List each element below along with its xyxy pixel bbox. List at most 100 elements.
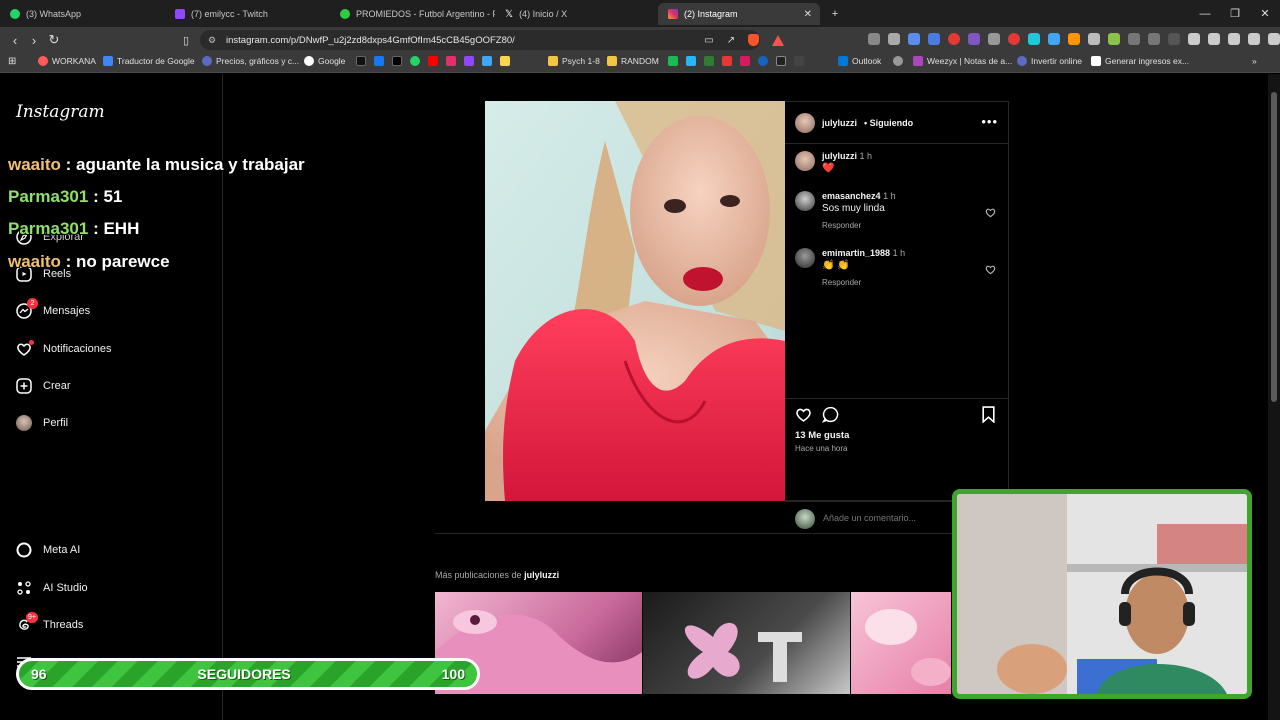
instagram-logo[interactable]: Instagram — [16, 102, 105, 122]
comment-bubble-icon[interactable] — [821, 406, 839, 428]
forward-button[interactable]: › — [25, 31, 43, 49]
post-image[interactable] — [485, 101, 785, 501]
sidebar-item-notifications[interactable]: Notificaciones — [16, 340, 111, 357]
tab-x[interactable]: 𝕏 (4) Inicio / X — [495, 3, 660, 25]
bookmark-favicon[interactable] — [776, 56, 786, 66]
bookmark-random[interactable]: RANDOM — [607, 56, 659, 66]
more-bookmarks-icon[interactable]: » — [1252, 56, 1257, 66]
tab-twitch[interactable]: (7) emilycc - Twitch — [165, 3, 330, 25]
music-icon[interactable] — [1188, 33, 1200, 45]
avatar[interactable] — [795, 191, 815, 211]
tab-instagram[interactable]: (2) Instagram ✕ — [658, 3, 820, 25]
bookmark-weezyx[interactable]: Weezyx | Notas de a... — [913, 56, 1012, 66]
vpn-icon[interactable] — [1268, 33, 1280, 45]
extension-icon[interactable] — [1048, 33, 1060, 45]
close-window-button[interactable]: ✕ — [1250, 0, 1280, 27]
more-post-thumbnail[interactable] — [643, 592, 850, 694]
bookmark-traductor[interactable]: Traductor de Google — [103, 56, 195, 66]
post-author[interactable]: julyluzzi — [822, 118, 857, 128]
extension-icon[interactable] — [1068, 33, 1080, 45]
wallet-icon[interactable] — [1228, 33, 1240, 45]
comment-input[interactable] — [823, 511, 973, 525]
sidebar-item-meta-ai[interactable]: Meta AI — [16, 542, 80, 558]
bookmark-google[interactable]: Google — [304, 56, 345, 66]
sidebar-item-threads[interactable]: 9+ Threads — [16, 612, 83, 633]
extension-icon[interactable] — [1088, 33, 1100, 45]
extension-icon[interactable] — [1028, 33, 1040, 45]
sidebar-item-create[interactable]: Crear — [16, 378, 71, 394]
extension-icon[interactable] — [868, 33, 880, 45]
bookmark-favicon[interactable] — [758, 56, 768, 66]
bookmark-favicon[interactable] — [668, 56, 678, 66]
bookmark-favicon[interactable] — [686, 56, 696, 66]
avatar[interactable] — [795, 113, 815, 133]
like-count[interactable]: 13 Me gusta — [795, 430, 849, 441]
sidebar-item-messages[interactable]: 2 Mensajes — [16, 298, 90, 319]
leo-icon[interactable] — [1248, 33, 1260, 45]
translate-extension-icon[interactable] — [908, 33, 920, 45]
bookmark-precios[interactable]: Precios, gráficos y c... — [202, 56, 299, 66]
minimize-button[interactable]: — — [1190, 0, 1220, 27]
post-timestamp[interactable]: Hace una hora — [795, 444, 847, 453]
tiktok-icon[interactable] — [356, 56, 366, 66]
reply-link[interactable]: Responder — [822, 278, 905, 287]
bookmark-psych[interactable]: Psych 1-8 — [548, 56, 600, 66]
bookmark-favicon[interactable] — [893, 56, 903, 66]
save-bookmark-icon[interactable] — [981, 406, 996, 428]
extension-icon[interactable] — [1108, 33, 1120, 45]
restore-button[interactable]: ❐ — [1220, 0, 1250, 27]
brave-rewards-icon[interactable] — [769, 31, 787, 49]
like-comment-heart-icon[interactable] — [985, 205, 996, 223]
more-posts-user[interactable]: julyluzzi — [524, 570, 559, 580]
bookmark-workana[interactable]: WORKANA — [38, 56, 96, 66]
like-heart-icon[interactable] — [795, 406, 812, 428]
bookmark-favicon[interactable] — [794, 56, 804, 66]
more-options-icon[interactable]: ••• — [981, 114, 998, 129]
comment-author[interactable]: emasanchez4 — [822, 191, 881, 201]
scrollbar-thumb[interactable] — [1271, 92, 1277, 402]
close-tab-icon[interactable]: ✕ — [804, 9, 812, 20]
url-field[interactable]: ⚙ instagram.com/p/DNwfP_u2j2zd8dxps4GmfO… — [200, 30, 760, 50]
share-icon[interactable]: ↗ — [722, 31, 740, 49]
extension-icon[interactable] — [928, 33, 940, 45]
extension-icon[interactable] — [1148, 33, 1160, 45]
avatar[interactable] — [795, 248, 815, 268]
cast-icon[interactable]: ▭ — [700, 31, 718, 49]
caption-author[interactable]: julyluzzi — [822, 151, 857, 161]
new-tab-button[interactable]: + — [820, 0, 850, 27]
sidebar-item-ai-studio[interactable]: AI Studio — [16, 580, 88, 596]
bookmark-generar[interactable]: Generar ingresos ex... — [1091, 56, 1189, 66]
bookmark-icon[interactable]: ▯ — [177, 31, 195, 49]
reload-button[interactable]: ↻ — [45, 31, 63, 49]
page-scrollbar[interactable] — [1268, 74, 1280, 720]
comment-author[interactable]: emimartin_1988 — [822, 248, 890, 258]
tab-promiedos[interactable]: PROMIEDOS - Futbol Argentino - Fix — [330, 3, 495, 25]
extension-icon[interactable] — [888, 33, 900, 45]
sidebar-icon[interactable] — [1208, 33, 1220, 45]
extension-icon[interactable] — [988, 33, 1000, 45]
bookmark-invertir[interactable]: Invertir online — [1017, 56, 1082, 66]
bookmark-favicon[interactable] — [482, 56, 492, 66]
avatar[interactable] — [795, 151, 815, 171]
extension-icon[interactable] — [948, 33, 960, 45]
brave-shield-icon[interactable] — [744, 31, 762, 49]
apps-icon[interactable]: ⊞ — [8, 56, 16, 67]
following-status[interactable]: • Siguiendo — [864, 118, 913, 128]
bookmark-outlook[interactable]: Outlook — [838, 56, 881, 66]
sidebar-item-profile[interactable]: Perfil — [16, 415, 68, 431]
bookmark-favicon[interactable] — [740, 56, 750, 66]
site-info-icon[interactable]: ⚙ — [208, 35, 216, 46]
tab-whatsapp[interactable]: (3) WhatsApp — [0, 3, 165, 25]
bookmark-favicon[interactable] — [722, 56, 732, 66]
bookmark-favicon[interactable] — [704, 56, 714, 66]
twitch-icon[interactable] — [464, 56, 474, 66]
puzzle-icon[interactable] — [1128, 33, 1140, 45]
back-button[interactable]: ‹ — [6, 31, 24, 49]
reply-link[interactable]: Responder — [822, 221, 896, 230]
more-post-thumbnail[interactable] — [851, 592, 951, 694]
youtube-icon[interactable] — [428, 56, 438, 66]
extension-icon[interactable] — [968, 33, 980, 45]
bookmark-favicon[interactable] — [500, 56, 510, 66]
instagram-icon[interactable] — [446, 56, 456, 66]
whatsapp-icon[interactable] — [410, 56, 420, 66]
